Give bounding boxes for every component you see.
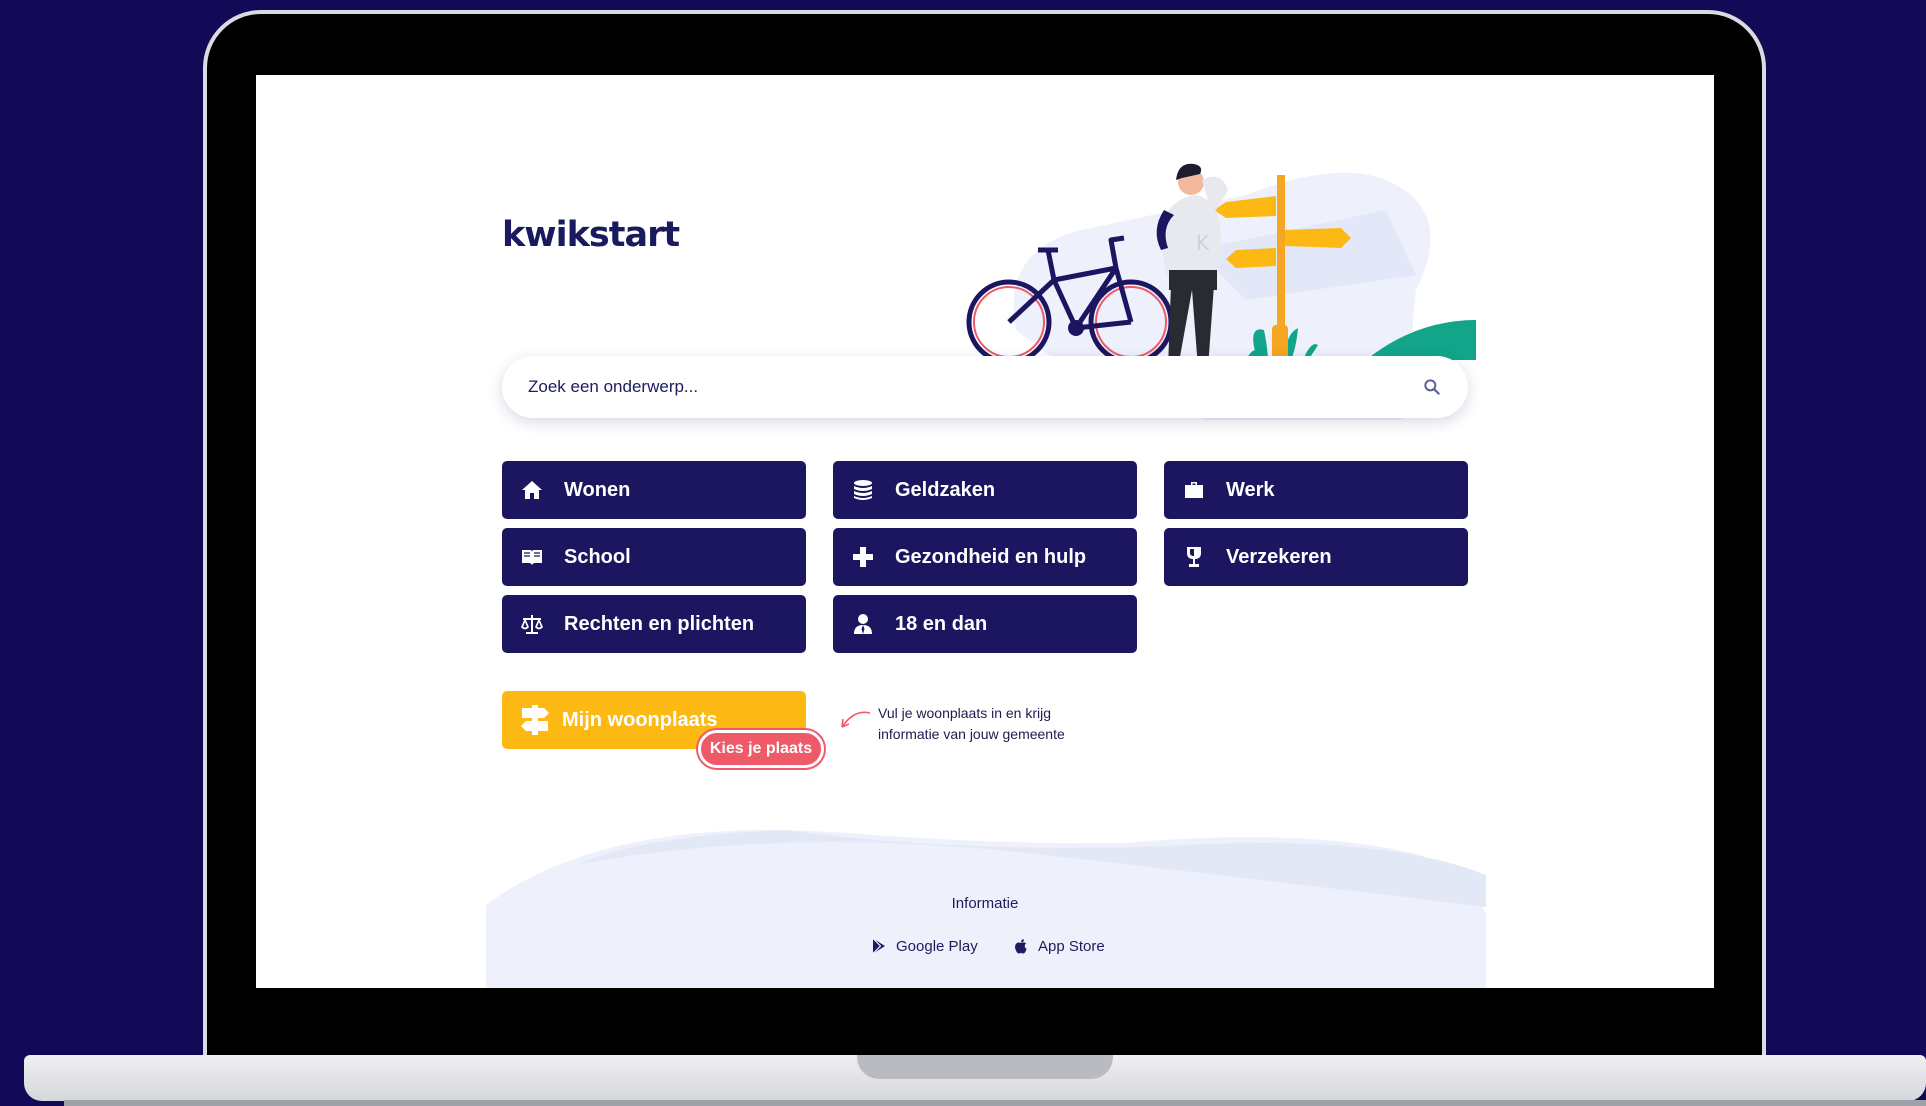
footer-info-link[interactable]: Informatie [256,895,1714,912]
app-store-link[interactable]: App Store [1012,937,1105,955]
category-label: Rechten en plichten [564,612,755,635]
category-button-verzekeren[interactable]: Verzekeren [1164,528,1468,586]
category-button-werk[interactable]: Werk [1164,461,1468,519]
book-icon [518,543,546,571]
google-play-icon [872,938,885,954]
app-store-label: App Store [1038,937,1105,955]
home-icon [518,476,546,504]
search-input[interactable] [528,377,1422,397]
woonplaats-hint: Vul je woonplaats in en krijg informatie… [878,705,1065,742]
logo[interactable]: kwikstart [502,215,680,255]
glass-icon [1180,543,1208,571]
scale-icon [518,610,546,638]
category-label: Werk [1226,478,1275,501]
category-label: 18 en dan [895,612,988,635]
category-label: Gezondheid en hulp [895,545,1087,568]
google-play-link[interactable]: Google Play [870,937,978,955]
coins-icon [849,476,877,504]
google-play-label: Google Play [896,937,978,955]
search-bar[interactable] [502,356,1468,418]
briefcase-icon [1180,476,1208,504]
person-icon [849,610,877,638]
laptop-base-shadow [64,1100,1926,1106]
hint-arrow-icon [841,711,871,728]
laptop-notch [857,1055,1113,1079]
signpost-icon [521,705,549,735]
category-label: Verzekeren [1226,545,1332,568]
woonplaats-label: Mijn woonplaats [562,708,718,731]
svg-text:K: K [1196,231,1210,255]
plus-icon [849,543,877,571]
category-button-rechten[interactable]: Rechten en plichten [502,595,806,653]
search-icon[interactable] [1422,377,1442,397]
apple-icon [1015,939,1027,954]
category-button-school[interactable]: School [502,528,806,586]
category-button-geldzaken[interactable]: Geldzaken [833,461,1137,519]
category-button-wonen[interactable]: Wonen [502,461,806,519]
category-label: School [564,545,631,568]
category-label: Wonen [564,478,631,501]
browser-screen: kwikstart K Zoek een onderwerp... Wonen … [256,75,1714,988]
category-button-18-en-dan[interactable]: 18 en dan [833,595,1137,653]
choose-place-button[interactable]: Kies je plaats [698,730,824,768]
category-button-gezondheid[interactable]: Gezondheid en hulp [833,528,1137,586]
category-label: Geldzaken [895,478,996,501]
